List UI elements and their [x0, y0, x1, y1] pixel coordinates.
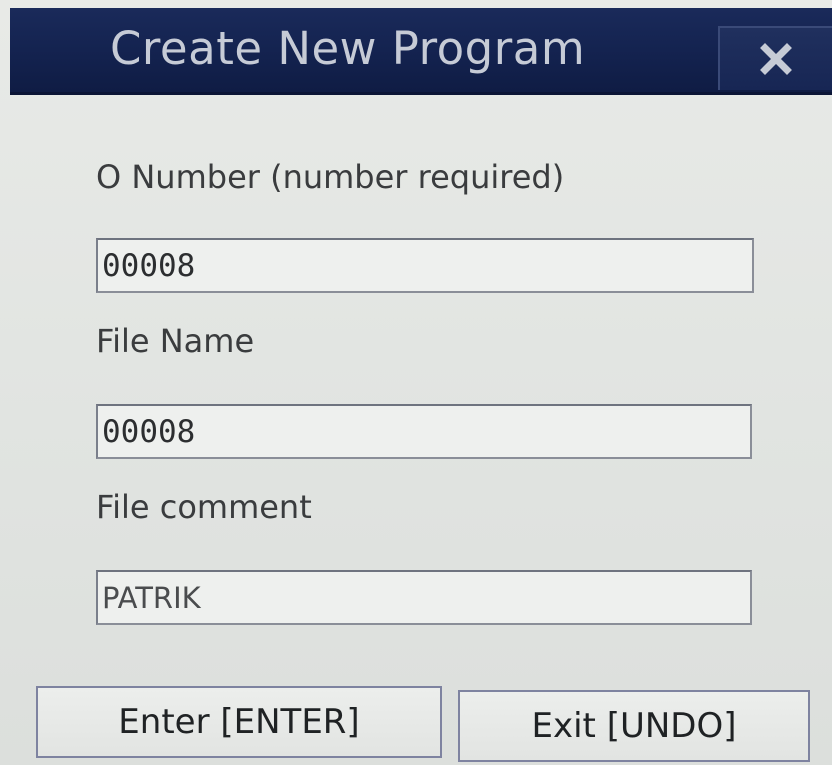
o-number-input[interactable]: [96, 238, 754, 293]
close-button[interactable]: [718, 26, 832, 90]
dialog-titlebar: Create New Program: [10, 8, 832, 95]
exit-button[interactable]: Exit [UNDO]: [458, 690, 810, 762]
file-name-input[interactable]: [96, 404, 752, 459]
o-number-label: O Number (number required): [96, 158, 565, 196]
enter-button[interactable]: Enter [ENTER]: [36, 686, 442, 758]
dialog-window: Create New Program O Number (number requ…: [0, 0, 832, 765]
file-name-label: File Name: [96, 322, 255, 360]
file-comment-input[interactable]: [96, 570, 752, 625]
close-icon: [720, 28, 832, 90]
file-comment-label: File comment: [96, 488, 312, 526]
dialog-title: Create New Program: [110, 22, 586, 75]
